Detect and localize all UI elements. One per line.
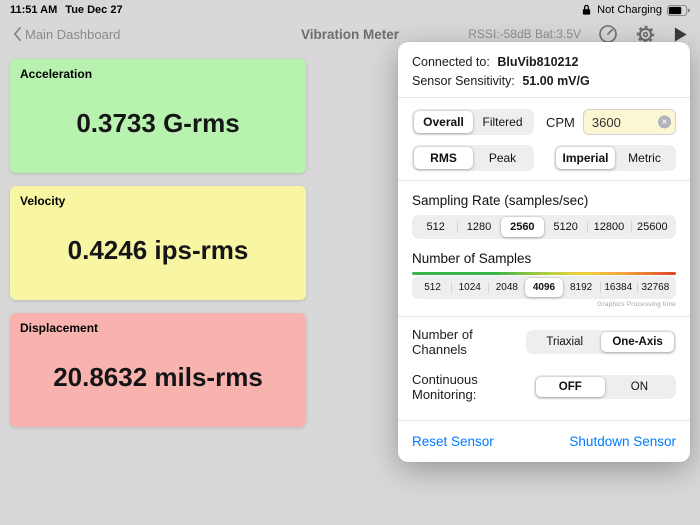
segment-12800[interactable]: 12800 bbox=[587, 217, 630, 237]
number-of-samples-label: Number of Samples bbox=[412, 251, 532, 266]
units-segment: Imperial Metric bbox=[554, 145, 676, 171]
sampling-rate-label: Sampling Rate (samples/sec) bbox=[412, 193, 589, 208]
sampling-rate-segment: 512 1280 2560 5120 12800 25600 bbox=[412, 215, 676, 239]
connected-to-line: Connected to: BluVib810212 bbox=[412, 55, 676, 69]
card-title: Displacement bbox=[20, 321, 99, 335]
shutdown-sensor-link[interactable]: Shutdown Sensor bbox=[569, 434, 676, 449]
settings-popover: Connected to: BluVib810212 Sensor Sensit… bbox=[398, 42, 690, 462]
divider bbox=[398, 97, 690, 98]
segment-1024[interactable]: 1024 bbox=[451, 278, 488, 297]
segment-off[interactable]: OFF bbox=[535, 377, 605, 397]
overall-filtered-segment: Overall Filtered bbox=[412, 109, 534, 135]
channels-segment: Triaxial One-Axis bbox=[526, 330, 676, 354]
sensitivity-line: Sensor Sensitivity: 51.00 mV/G bbox=[412, 74, 676, 88]
battery-status-text: Not Charging bbox=[597, 4, 662, 16]
card-title: Acceleration bbox=[20, 67, 93, 81]
segment-5120[interactable]: 5120 bbox=[544, 217, 587, 237]
acceleration-value: 0.3733 G-rms bbox=[76, 107, 240, 138]
segment-8192[interactable]: 8192 bbox=[563, 278, 600, 297]
velocity-card: Velocity 0.4246 ips-rms bbox=[10, 186, 306, 300]
sensitivity-label: Sensor Sensitivity: bbox=[412, 74, 515, 88]
processing-time-note: Graphics Processing time bbox=[597, 301, 676, 308]
segment-on[interactable]: ON bbox=[605, 377, 674, 397]
battery-icon bbox=[667, 4, 690, 16]
rotation-lock-icon bbox=[581, 4, 592, 16]
reset-sensor-link[interactable]: Reset Sensor bbox=[412, 434, 494, 449]
segment-metric[interactable]: Metric bbox=[615, 147, 674, 169]
number-of-samples-segment: 512 1024 2048 4096 8192 16384 32768 bbox=[412, 276, 676, 299]
rms-peak-segment: RMS Peak bbox=[412, 145, 534, 171]
velocity-value: 0.4246 ips-rms bbox=[67, 234, 249, 265]
status-date: Tue Dec 27 bbox=[65, 4, 123, 16]
acceleration-card: Acceleration 0.3733 G-rms bbox=[10, 59, 306, 173]
back-label: Main Dashboard bbox=[25, 26, 121, 42]
monitoring-segment: OFF ON bbox=[533, 375, 676, 399]
segment-1280[interactable]: 1280 bbox=[457, 217, 500, 237]
segment-overall[interactable]: Overall bbox=[414, 111, 473, 133]
segment-512[interactable]: 512 bbox=[414, 278, 451, 297]
monitoring-label: Continuous Monitoring: bbox=[412, 372, 478, 402]
displacement-card: Displacement 20.8632 mils-rms bbox=[10, 313, 306, 427]
segment-32768[interactable]: 32768 bbox=[636, 278, 674, 297]
segment-4096[interactable]: 4096 bbox=[525, 278, 563, 297]
segment-peak[interactable]: Peak bbox=[473, 147, 532, 169]
divider bbox=[398, 180, 690, 181]
chevron-left-icon bbox=[12, 26, 22, 42]
segment-rms[interactable]: RMS bbox=[414, 147, 473, 169]
segment-imperial[interactable]: Imperial bbox=[556, 147, 615, 169]
connected-to-label: Connected to: bbox=[412, 55, 490, 69]
play-icon[interactable] bbox=[673, 26, 688, 43]
segment-one-axis[interactable]: One-Axis bbox=[601, 332, 675, 352]
segment-triaxial[interactable]: Triaxial bbox=[528, 332, 601, 352]
segment-2560[interactable]: 2560 bbox=[500, 217, 544, 237]
status-time: 11:51 AM bbox=[10, 4, 58, 16]
divider bbox=[398, 316, 690, 317]
popover-footer: Reset Sensor Shutdown Sensor bbox=[398, 420, 690, 449]
clear-icon[interactable]: ✕ bbox=[658, 115, 671, 129]
page-title: Vibration Meter bbox=[300, 26, 400, 42]
telemetry-readout: RSSI:-58dB Bat:3.5V bbox=[468, 27, 581, 41]
connected-device-name: BluVib810212 bbox=[497, 55, 579, 69]
divider bbox=[398, 420, 690, 421]
channels-label: Number of Channels bbox=[412, 327, 473, 357]
gauge-icon[interactable] bbox=[598, 24, 618, 44]
segment-2048[interactable]: 2048 bbox=[488, 278, 525, 297]
cpm-label: CPM bbox=[546, 114, 575, 130]
back-button[interactable]: Main Dashboard bbox=[12, 26, 120, 42]
card-title: Velocity bbox=[20, 194, 66, 208]
sensitivity-value: 51.00 mV/G bbox=[522, 74, 590, 88]
segment-filtered[interactable]: Filtered bbox=[473, 111, 532, 133]
segment-25600[interactable]: 25600 bbox=[630, 217, 674, 237]
segment-16384[interactable]: 16384 bbox=[599, 278, 637, 297]
processing-time-gradient bbox=[412, 272, 676, 275]
displacement-value: 20.8632 mils-rms bbox=[53, 361, 263, 392]
status-bar: 11:51 AM Tue Dec 27 Not Charging bbox=[0, 0, 700, 20]
segment-512[interactable]: 512 bbox=[414, 217, 457, 237]
